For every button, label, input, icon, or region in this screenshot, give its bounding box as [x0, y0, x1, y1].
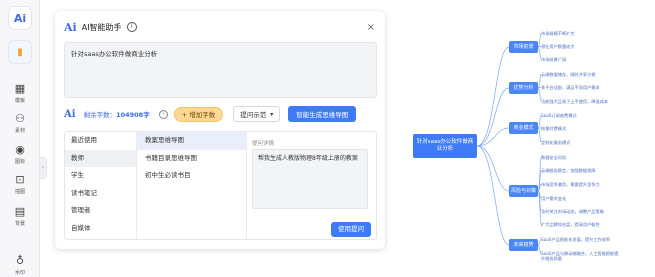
mindmap-root-node[interactable]: 针对saas办公软件做商业分析: [413, 134, 477, 158]
mindmap-leaf[interactable]: 按量付费模式: [541, 126, 566, 131]
mindmap-leaf[interactable]: 扩大品牌知名度，提高用户黏性: [541, 222, 600, 227]
mindmap-leaf[interactable]: 市场竞争激烈，需要提升竞争力: [541, 182, 600, 187]
mindmap-leaf[interactable]: 市场规模不断扩大: [541, 31, 575, 36]
mindmap-branch-node[interactable]: 市场前景: [509, 41, 538, 53]
mindmap-leaf[interactable]: 多平台适配，满足不同用户需求: [541, 85, 600, 90]
mindmap-leaf[interactable]: 用户需求变化: [541, 196, 566, 201]
mindmap-leaf[interactable]: 及时关注市场动态，调整产品策略: [541, 209, 604, 214]
mindmap-branch-node[interactable]: 未来趋势: [509, 239, 538, 251]
mindmap-leaf[interactable]: 云端数据储存，随时共享方便: [541, 72, 595, 77]
mindmap-branch-node[interactable]: 优势分析: [509, 82, 538, 94]
mindmap-leaf[interactable]: 市场前景广阔: [541, 57, 566, 62]
mindmap-connectors: [476, 32, 542, 256]
mindmap-leaf[interactable]: 功能强大且易于上手使用，降低成本: [541, 99, 608, 104]
mindmap-leaf[interactable]: 云端服务稳定，加强数据保障: [541, 168, 595, 173]
mindmap-leaf[interactable]: SaaS产品与移动端融合，人工智能赋能提升服务质量: [541, 251, 621, 261]
mindmap-branch-node[interactable]: 商业模式: [509, 122, 538, 134]
mindmap-leaf[interactable]: SaaS订阅收费模式: [541, 113, 577, 118]
mindmap-leaf[interactable]: 定制化服务模式: [541, 140, 570, 145]
mindmap-branch-node[interactable]: 风险与对策: [509, 185, 538, 197]
mindmap-leaf[interactable]: 潜在用户数量庞大: [541, 44, 575, 49]
mindmap-leaf[interactable]: 数据安全风险: [541, 155, 566, 160]
mindmap-leaf[interactable]: SaaS产品智能化发展，提升工作效率: [541, 237, 610, 242]
